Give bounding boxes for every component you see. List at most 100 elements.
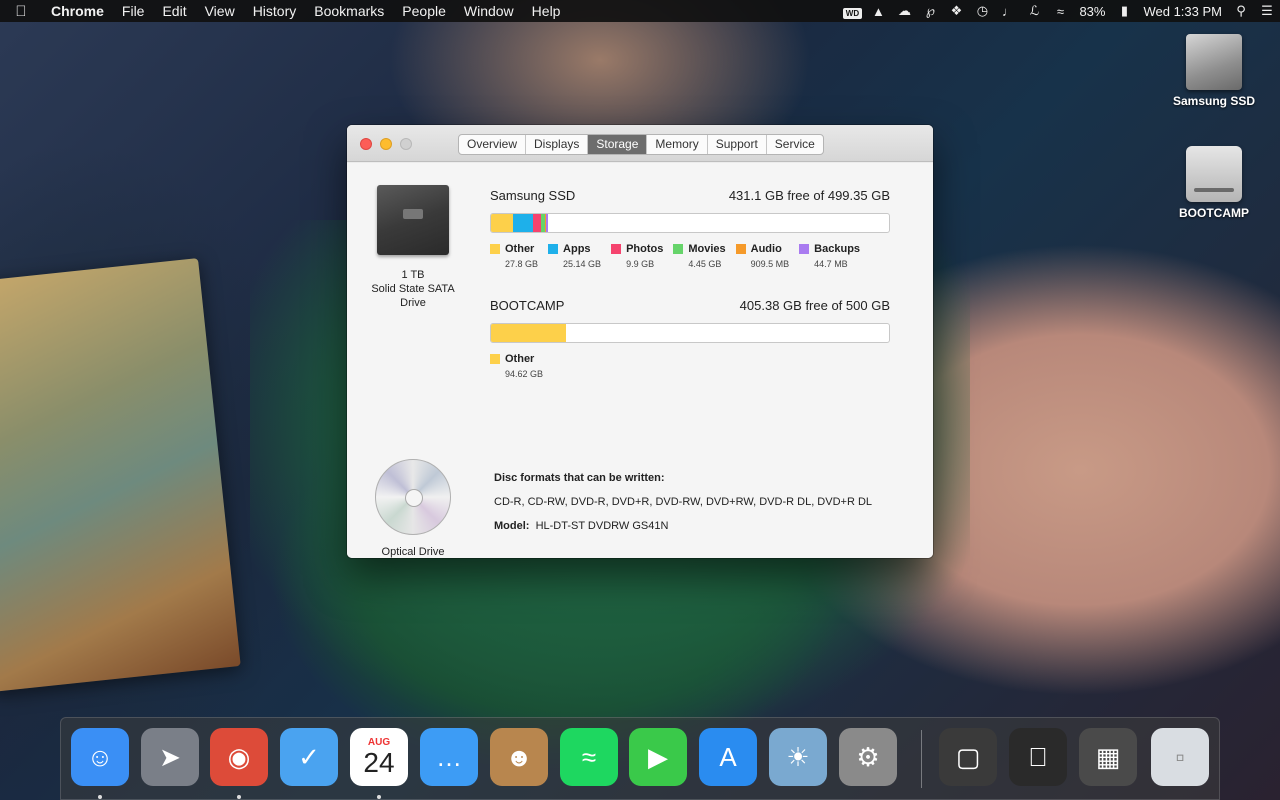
dock-chrome[interactable]: ◉ bbox=[210, 728, 268, 786]
about-this-mac-window: Overview Displays Storage Memory Support… bbox=[347, 125, 933, 558]
dock-trash[interactable]: ▫ bbox=[1151, 728, 1209, 786]
dock-system-preferences[interactable]: ⚙ bbox=[839, 728, 897, 786]
legend-swatch bbox=[611, 244, 622, 254]
dock-apple-folder[interactable]:  bbox=[1009, 728, 1067, 786]
tab-memory[interactable]: Memory bbox=[647, 135, 708, 154]
wifi-icon[interactable]: ≈ bbox=[1047, 4, 1073, 19]
spotify-icon: ≈ bbox=[581, 741, 597, 772]
dock-applications-folder[interactable]: ▢ bbox=[939, 728, 997, 786]
usage-segment-other[interactable] bbox=[491, 214, 514, 232]
legend-item-other: Other 94.62 GB bbox=[490, 353, 543, 379]
status-area: WD ▲ ☁ ℘ ❖ ◷ ♩ ℒ ≈ 83% ▮ Wed 1:33 PM ⚲ ☰ bbox=[839, 0, 1280, 22]
menu-file[interactable]: File bbox=[113, 0, 154, 22]
google-drive-icon[interactable]: ▲ bbox=[865, 4, 891, 19]
storage-pane: 1 TB Solid State SATA Drive Samsung SSD 43… bbox=[347, 163, 933, 558]
menu-bar:  Chrome File Edit View History Bookmark… bbox=[0, 0, 1280, 22]
menu-view[interactable]: View bbox=[196, 0, 244, 22]
usage-segment-backups[interactable] bbox=[546, 214, 548, 232]
tab-overview[interactable]: Overview bbox=[459, 135, 527, 154]
wd-drive-icon[interactable]: WD bbox=[839, 4, 865, 19]
dock-spotify[interactable]: ≈ bbox=[560, 728, 618, 786]
speech-bubble-icon: … bbox=[436, 741, 462, 772]
dock-calendar[interactable]: AUG 24 bbox=[350, 728, 408, 786]
finder-icon: ☺ bbox=[86, 741, 114, 772]
notification-center-icon[interactable]: ☰ bbox=[1254, 3, 1280, 19]
drive-caption-line: Solid State SATA bbox=[371, 283, 455, 295]
desktop-icon-label: Samsung SSD bbox=[1172, 94, 1256, 108]
menu-edit[interactable]: Edit bbox=[153, 0, 195, 22]
dock-contacts[interactable]: ☻ bbox=[490, 728, 548, 786]
tab-storage[interactable]: Storage bbox=[588, 135, 648, 154]
photo-icon: ☀ bbox=[786, 741, 810, 772]
chrome-icon: ◉ bbox=[227, 741, 251, 772]
menu-bookmarks[interactable]: Bookmarks bbox=[305, 0, 393, 22]
minimize-button[interactable] bbox=[380, 138, 392, 150]
storage-usage-bar[interactable] bbox=[490, 323, 890, 343]
close-button[interactable] bbox=[360, 138, 372, 150]
usage-segment-apps[interactable] bbox=[513, 214, 534, 232]
battery-charging-icon[interactable]: ▮ bbox=[1111, 3, 1137, 19]
running-indicator bbox=[377, 795, 381, 799]
dock-facetime[interactable]: ▶ bbox=[629, 728, 687, 786]
dropbox-icon[interactable]: ❖ bbox=[943, 3, 969, 19]
legend-swatch bbox=[490, 244, 500, 254]
storage-usage-bar[interactable] bbox=[490, 213, 890, 233]
legend-value: 4.45 GB bbox=[688, 259, 722, 269]
volume-name: Samsung SSD bbox=[490, 188, 576, 203]
battery-percent[interactable]: 83% bbox=[1073, 4, 1111, 19]
trash-icon: ▫ bbox=[1175, 741, 1185, 772]
legend-label: Audio bbox=[750, 243, 782, 255]
model-label: Model: bbox=[494, 520, 530, 532]
dock-app-store[interactable]: A bbox=[699, 728, 757, 786]
clock[interactable]: Wed 1:33 PM bbox=[1137, 4, 1228, 19]
tab-service[interactable]: Service bbox=[767, 135, 823, 154]
dock-iphoto[interactable]: ☀ bbox=[769, 728, 827, 786]
dock-finder[interactable]: ☺ bbox=[71, 728, 129, 786]
legend-item-backups: Backups 44.7 MB bbox=[799, 243, 860, 269]
zoom-button[interactable] bbox=[400, 138, 412, 150]
usage-segment-photos[interactable] bbox=[533, 214, 542, 232]
tab-support[interactable]: Support bbox=[708, 135, 767, 154]
storage-legend: Other 27.8 GB Apps 25.14 GB Photos 9.9 GB Movi… bbox=[490, 243, 890, 269]
cloud-icon[interactable]: ☁ bbox=[891, 3, 917, 19]
window-titlebar[interactable]: Overview Displays Storage Memory Support… bbox=[347, 125, 933, 162]
legend-label: Other bbox=[505, 353, 535, 365]
legend-item-photos: Photos 9.9 GB bbox=[611, 243, 663, 269]
legend-swatch bbox=[735, 244, 746, 254]
volume-name: BOOTCAMP bbox=[490, 298, 565, 313]
checkmark-icon: ✓ bbox=[298, 741, 320, 772]
menu-help[interactable]: Help bbox=[523, 0, 570, 22]
desktop-icon-samsung-ssd[interactable]: Samsung SSD bbox=[1164, 34, 1264, 108]
running-indicator bbox=[98, 795, 102, 799]
wallpaper-book bbox=[0, 258, 241, 692]
drive-caption-line: Drive bbox=[400, 297, 426, 309]
menu-history[interactable]: History bbox=[244, 0, 306, 22]
bluetooth-icon[interactable]: ℒ bbox=[1021, 3, 1047, 19]
rocket-icon: ➤ bbox=[159, 741, 181, 772]
k-app-icon[interactable]: ℘ bbox=[917, 3, 943, 19]
menu-people[interactable]: People bbox=[393, 0, 455, 22]
apple-menu-icon[interactable]:  bbox=[0, 3, 42, 20]
legend-item-movies: Movies 4.45 GB bbox=[673, 243, 726, 269]
menu-app-name[interactable]: Chrome bbox=[42, 0, 113, 22]
volume-free-space: 431.1 GB free of 499.35 GB bbox=[728, 188, 890, 203]
usage-segment-other[interactable] bbox=[491, 324, 567, 342]
spotlight-search-icon[interactable]: ⚲ bbox=[1228, 3, 1254, 19]
wd-label: WD bbox=[842, 7, 863, 19]
tab-bar: Overview Displays Storage Memory Support… bbox=[458, 134, 824, 155]
model-value: HL-DT-ST DVDRW GS41N bbox=[535, 520, 669, 532]
dock-downloads-stack[interactable]: ▦ bbox=[1079, 728, 1137, 786]
dock-launchpad[interactable]: ➤ bbox=[141, 728, 199, 786]
legend-value: 94.62 GB bbox=[505, 369, 544, 379]
time-machine-icon[interactable]: ◷ bbox=[969, 3, 995, 19]
legend-item-apps: Apps 25.14 GB bbox=[548, 243, 601, 269]
dock-airmail[interactable]: ✓ bbox=[280, 728, 338, 786]
folder-icon: ▢ bbox=[955, 741, 981, 772]
legend-swatch bbox=[548, 244, 559, 254]
menu-window[interactable]: Window bbox=[455, 0, 523, 22]
tab-displays[interactable]: Displays bbox=[526, 135, 589, 154]
volume-icon[interactable]: ♩ bbox=[995, 4, 1021, 19]
desktop-icon-bootcamp[interactable]: BOOTCAMP bbox=[1164, 146, 1264, 220]
dock-messages[interactable]: … bbox=[420, 728, 478, 786]
drive-caption: 1 TB Solid State SATA Drive bbox=[357, 268, 469, 310]
